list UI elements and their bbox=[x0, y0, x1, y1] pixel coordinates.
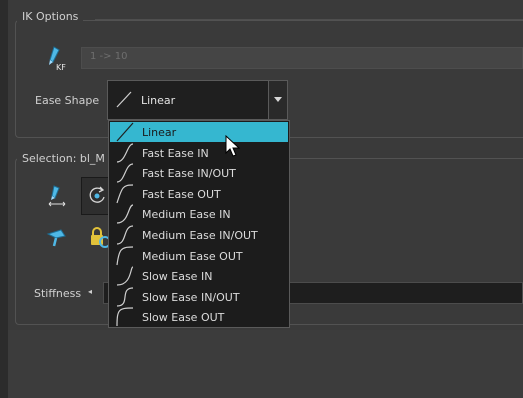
ease-shape-label: Ease Shape bbox=[35, 94, 100, 107]
ease-option-label: Fast Ease IN bbox=[142, 146, 209, 160]
ease-curve-icon bbox=[116, 225, 134, 245]
ease-shape-dropdown-button[interactable] bbox=[268, 81, 287, 119]
ease-curve-icon bbox=[116, 266, 134, 286]
ease-option-fast-ease-in-out[interactable]: Fast Ease IN/OUT bbox=[110, 163, 288, 183]
ease-option-medium-ease-in-out[interactable]: Medium Ease IN/OUT bbox=[110, 225, 288, 245]
ease-option-label: Linear bbox=[142, 126, 177, 139]
ease-option-slow-ease-in[interactable]: Slow Ease IN bbox=[110, 266, 288, 286]
selection-title: Selection: bl_M bbox=[17, 152, 110, 165]
kf-keyframe-icon[interactable]: KF bbox=[44, 45, 70, 71]
ease-shape-select[interactable]: Linear bbox=[107, 80, 288, 120]
ease-curve-icon bbox=[116, 307, 134, 327]
mouse-pointer-icon bbox=[225, 134, 243, 159]
rotate-icon bbox=[89, 186, 105, 203]
ease-shape-value: Linear bbox=[141, 94, 176, 107]
ease-option-label: Medium Ease OUT bbox=[142, 249, 243, 263]
svg-text:KF: KF bbox=[56, 63, 66, 71]
ease-shape-dropdown-list: Linear Fast Ease IN Fast Ease IN/OUT Fast E… bbox=[108, 120, 290, 328]
ease-curve-icon bbox=[116, 287, 134, 307]
stiffness-label: Stiffness bbox=[34, 287, 82, 300]
stiffness-decrement-icon[interactable]: ◂ bbox=[88, 287, 92, 296]
ease-curve-icon bbox=[116, 142, 134, 163]
ease-curve-icon bbox=[116, 163, 134, 183]
ease-option-fast-ease-out[interactable]: Fast Ease OUT bbox=[110, 184, 288, 204]
ease-curve-icon bbox=[116, 122, 134, 142]
ease-option-label: Slow Ease OUT bbox=[142, 311, 225, 325]
ease-option-linear[interactable]: Linear bbox=[110, 122, 288, 142]
ease-curve-icon bbox=[116, 245, 134, 265]
ease-option-medium-ease-in[interactable]: Medium Ease IN bbox=[110, 204, 288, 224]
range-field[interactable]: 1 -> 10 bbox=[81, 47, 523, 69]
pin-tool-icon[interactable] bbox=[45, 226, 69, 250]
ik-options-divider bbox=[95, 19, 523, 20]
ease-option-label: Fast Ease OUT bbox=[142, 187, 221, 201]
ease-option-label: Slow Ease IN/OUT bbox=[142, 290, 240, 304]
ease-option-slow-ease-in-out[interactable]: Slow Ease IN/OUT bbox=[110, 287, 288, 307]
ease-option-label: Fast Ease IN/OUT bbox=[142, 167, 236, 181]
ease-option-label: Medium Ease IN/OUT bbox=[142, 229, 258, 242]
linear-curve-icon bbox=[116, 91, 132, 108]
ease-option-label: Medium Ease IN bbox=[142, 208, 231, 222]
ease-curve-icon bbox=[116, 204, 134, 224]
ik-options-title: IK Options bbox=[17, 10, 84, 23]
ease-option-slow-ease-out[interactable]: Slow Ease OUT bbox=[110, 307, 288, 327]
ease-curve-icon bbox=[116, 184, 134, 203]
panel-bottom-area bbox=[8, 330, 523, 398]
ease-option-fast-ease-in[interactable]: Fast Ease IN bbox=[110, 142, 288, 163]
ik-translate-icon[interactable] bbox=[45, 184, 69, 208]
ik-rotate-tool-button[interactable] bbox=[81, 177, 111, 215]
ease-option-medium-ease-out[interactable]: Medium Ease OUT bbox=[110, 245, 288, 266]
chevron-down-icon bbox=[274, 97, 282, 102]
ease-option-label: Slow Ease IN bbox=[142, 270, 213, 284]
